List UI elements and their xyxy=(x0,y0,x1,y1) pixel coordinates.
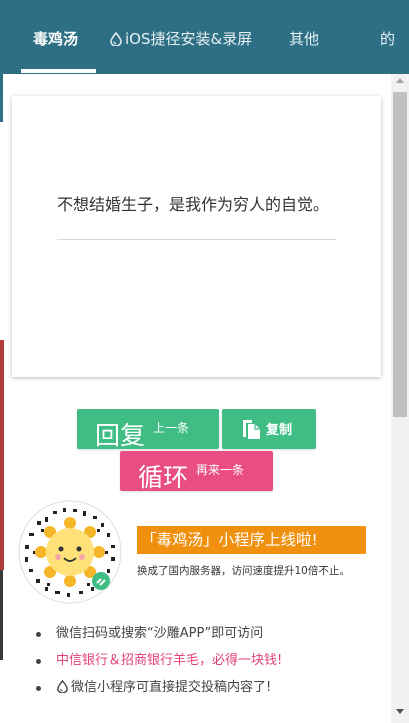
quote-card: 不想结婚生子，是我作为穷人的自觉。 xyxy=(12,96,381,377)
list-item-link[interactable]: 中信银行＆招商银行羊毛，必得一块钱! xyxy=(36,651,282,678)
promo-banner-subtitle: 换成了国内服务器，访问速度提升10倍不止。 xyxy=(137,565,350,577)
drop-icon xyxy=(57,680,68,693)
list-item-label: 微信小程序可直接提交投稿内容了! xyxy=(71,680,272,695)
scrollbar-thumb[interactable] xyxy=(393,92,407,417)
promo-banner-title[interactable]: 「毒鸡汤」小程序上线啦! xyxy=(137,526,366,554)
background-edge xyxy=(0,74,3,122)
random-button[interactable]: 循环 再来一条 xyxy=(120,451,273,492)
copy-button[interactable]: 复制 xyxy=(222,409,316,449)
previous-button-label: 回复 xyxy=(95,421,146,450)
copy-icon xyxy=(243,420,260,439)
background-edge xyxy=(0,570,3,660)
background-edge xyxy=(0,340,4,570)
previous-button-sublabel: 上一条 xyxy=(153,421,190,435)
list-item: 微信小程序可直接提交投稿内容了! xyxy=(36,678,282,705)
info-list: 微信扫码或搜索“沙雕APP”即可访问 中信银行＆招商银行羊毛，必得一块钱! 微信… xyxy=(36,624,282,705)
qr-code-sun-icon[interactable] xyxy=(17,499,123,605)
tab-partial[interactable]: 的 xyxy=(380,28,395,49)
random-button-label: 循环 xyxy=(138,463,189,492)
previous-button[interactable]: 回复 上一条 xyxy=(77,409,219,450)
tab-ios-shortcut-label: iOS捷径安装&录屏 xyxy=(125,30,253,48)
page: 毒鸡汤 iOS捷径安装&录屏 其他 的 不想结婚生子，是我作为穷人的自觉。 回复… xyxy=(0,0,409,723)
tab-poison-soup[interactable]: 毒鸡汤 xyxy=(33,28,78,49)
list-item: 微信扫码或搜索“沙雕APP”即可访问 xyxy=(36,624,282,651)
quote-underline xyxy=(57,239,336,240)
active-tab-indicator xyxy=(21,69,96,73)
tab-ios-shortcut[interactable]: iOS捷径安装&录屏 xyxy=(109,28,252,49)
random-button-sublabel: 再来一条 xyxy=(196,463,245,477)
scroll-down-arrow-icon[interactable] xyxy=(396,709,404,714)
copy-button-label: 复制 xyxy=(266,423,293,438)
tab-other[interactable]: 其他 xyxy=(289,28,319,49)
scroll-up-arrow-icon[interactable] xyxy=(396,78,404,83)
top-nav-bar: 毒鸡汤 iOS捷径安装&录屏 其他 的 xyxy=(0,0,409,74)
drop-icon xyxy=(110,32,122,46)
quote-text: 不想结婚生子，是我作为穷人的自觉。 xyxy=(57,195,330,214)
